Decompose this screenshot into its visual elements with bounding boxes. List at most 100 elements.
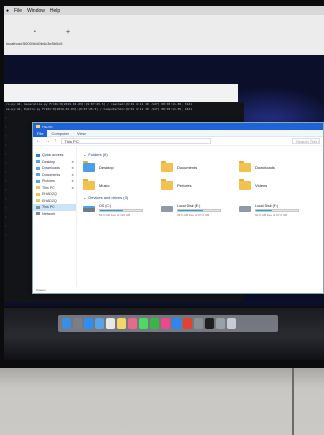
back-arrow-icon[interactable]: ← bbox=[36, 138, 41, 144]
system-preferences-icon[interactable] bbox=[194, 318, 203, 329]
mac-menubar: ● File Window Help bbox=[4, 6, 324, 15]
terminal-side-line: : bbox=[5, 233, 7, 237]
drive-free-space: 60.6 GB free of 97.6 GB bbox=[255, 213, 288, 217]
chrome-icon[interactable] bbox=[183, 318, 192, 329]
folder-label: Desktop bbox=[99, 164, 114, 170]
background-browser-window[interactable]: • + localhost:5000/#/d0b4c3e5b0c5 bbox=[4, 15, 324, 55]
drive-item[interactable]: OS (C:) 52.9 GB free of 118 GB bbox=[83, 204, 161, 217]
sidebar-item-label: EHAD2Q bbox=[42, 198, 57, 203]
drive-item[interactable]: Local Disk (E:) 39.5 GB free of 97.6 GB bbox=[161, 204, 239, 217]
documents-icon bbox=[36, 173, 40, 177]
pictures-icon bbox=[36, 179, 40, 183]
pin-icon[interactable]: ✱ bbox=[71, 160, 74, 164]
sidebar-item-label: Desktop bbox=[42, 159, 56, 164]
desk-surface bbox=[0, 368, 324, 435]
terminal-side-line: : bbox=[5, 125, 7, 129]
calendar-icon[interactable] bbox=[106, 318, 115, 329]
drive-item[interactable]: Local Disk (F:) 60.6 GB free of 97.6 GB bbox=[239, 204, 317, 217]
folders-header[interactable]: ⌄ Folders (6) bbox=[83, 152, 317, 157]
notes-icon[interactable] bbox=[117, 318, 126, 329]
chevron-down-icon[interactable]: ⌄ bbox=[83, 152, 86, 157]
terminal-side-line: : bbox=[5, 152, 7, 156]
drive-usage-bar bbox=[177, 209, 221, 212]
finder-icon[interactable] bbox=[62, 318, 71, 329]
terminal-side-line: : bbox=[5, 188, 7, 192]
navigation-pane: Quick access Desktop ✱ Downloads ✱ Documents ✱… bbox=[33, 147, 77, 287]
safari-icon[interactable] bbox=[84, 318, 93, 329]
videos-folder-icon bbox=[239, 179, 251, 190]
drive-name: Local Disk (F:) bbox=[255, 204, 279, 208]
browser-url[interactable]: localhost:5000/#/d0b4c3e5b0c5 bbox=[6, 41, 63, 46]
folder-icon bbox=[36, 199, 40, 203]
photo: ● File Window Help • + localhost:5000/#/… bbox=[0, 0, 324, 435]
itunes-icon[interactable] bbox=[161, 318, 170, 329]
network-icon bbox=[36, 212, 40, 216]
folder-item[interactable]: Pictures bbox=[161, 179, 239, 191]
apple-icon[interactable]: ● bbox=[6, 8, 9, 14]
download-icon bbox=[36, 166, 40, 170]
documents-folder-icon bbox=[161, 161, 173, 172]
drive-icon bbox=[239, 206, 251, 212]
pictures-folder-icon bbox=[161, 179, 173, 190]
messages-icon[interactable] bbox=[139, 318, 148, 329]
mail-icon[interactable] bbox=[95, 318, 104, 329]
tab-dots[interactable]: • bbox=[34, 29, 36, 35]
folder-label: Documents bbox=[177, 164, 198, 170]
pin-icon[interactable]: ✱ bbox=[71, 173, 74, 177]
drive-free-space: 39.5 GB free of 97.6 GB bbox=[177, 213, 210, 217]
chevron-down-icon[interactable]: ⌄ bbox=[83, 195, 86, 200]
folder-item[interactable]: Videos bbox=[239, 179, 317, 191]
terminal-icon[interactable] bbox=[205, 318, 214, 329]
trash-icon[interactable] bbox=[227, 318, 236, 329]
tab-view[interactable]: View bbox=[73, 130, 90, 137]
forward-arrow-icon[interactable]: → bbox=[45, 138, 50, 144]
up-arrow-icon[interactable]: ↑ bbox=[54, 138, 57, 144]
tab-file[interactable]: File bbox=[33, 129, 48, 137]
terminal-header bbox=[4, 84, 238, 102]
terminal-side-line: : bbox=[5, 116, 7, 120]
search-input[interactable]: Search This PC bbox=[292, 138, 320, 144]
terminal-side-line: : bbox=[5, 224, 7, 228]
terminal-line: ro.py:44, Generalize.py Fr10x:8[2019-01-… bbox=[6, 102, 193, 106]
terminal-side-line: : bbox=[5, 179, 7, 183]
pin-icon[interactable]: ✱ bbox=[71, 179, 74, 183]
drive-usage-bar bbox=[99, 209, 143, 212]
sidebar-item-label: This PC bbox=[42, 205, 55, 210]
drives-header[interactable]: ⌄ Devices and drives (3) bbox=[83, 195, 317, 200]
folder-label: Music bbox=[99, 182, 110, 188]
photos-icon[interactable] bbox=[128, 318, 137, 329]
folder-icon bbox=[36, 125, 40, 128]
vmware-icon[interactable] bbox=[216, 318, 225, 329]
drives-grid: OS (C:) 52.9 GB free of 118 GB Local Disk … bbox=[83, 204, 317, 217]
address-bar[interactable]: This PC bbox=[60, 138, 211, 144]
drive-usage-fill bbox=[178, 210, 204, 211]
folder-icon bbox=[36, 192, 40, 196]
window-title: This PC bbox=[42, 124, 53, 129]
tab-computer[interactable]: Computer bbox=[47, 130, 73, 137]
sidebar-item[interactable]: Network bbox=[33, 211, 76, 218]
folder-item[interactable]: Downloads bbox=[239, 161, 317, 173]
sidebar-item-label: Pictures bbox=[42, 179, 55, 184]
folder-item[interactable]: Documents bbox=[161, 161, 239, 173]
launchpad-icon[interactable] bbox=[73, 318, 82, 329]
menu-file[interactable]: File bbox=[14, 8, 22, 14]
file-explorer-window[interactable]: This PC File Computer View ← → ↑ This PC… bbox=[32, 122, 324, 294]
sidebar-item-label: Documents bbox=[42, 172, 61, 177]
pin-icon[interactable]: ✱ bbox=[71, 166, 74, 170]
folder-label: Pictures bbox=[177, 182, 192, 188]
facetime-icon[interactable] bbox=[150, 318, 159, 329]
menu-help[interactable]: Help bbox=[50, 8, 60, 14]
folder-item[interactable]: Desktop bbox=[83, 161, 161, 173]
terminal-side-line: : bbox=[5, 197, 7, 201]
app-store-icon[interactable] bbox=[172, 318, 181, 329]
folder-item[interactable]: Music bbox=[83, 179, 161, 191]
menu-window[interactable]: Window bbox=[27, 8, 45, 14]
mac-dock bbox=[58, 315, 278, 332]
downloads-folder-icon bbox=[239, 161, 251, 172]
plus-icon[interactable]: + bbox=[66, 29, 70, 36]
drive-name: Local Disk (E:) bbox=[177, 204, 201, 208]
terminal-side-line: : bbox=[5, 215, 7, 219]
address-row: ← → ↑ This PC Search This PC bbox=[33, 137, 323, 146]
sidebar-item-label: Downloads bbox=[42, 166, 60, 171]
pin-icon[interactable]: ✱ bbox=[71, 186, 74, 190]
